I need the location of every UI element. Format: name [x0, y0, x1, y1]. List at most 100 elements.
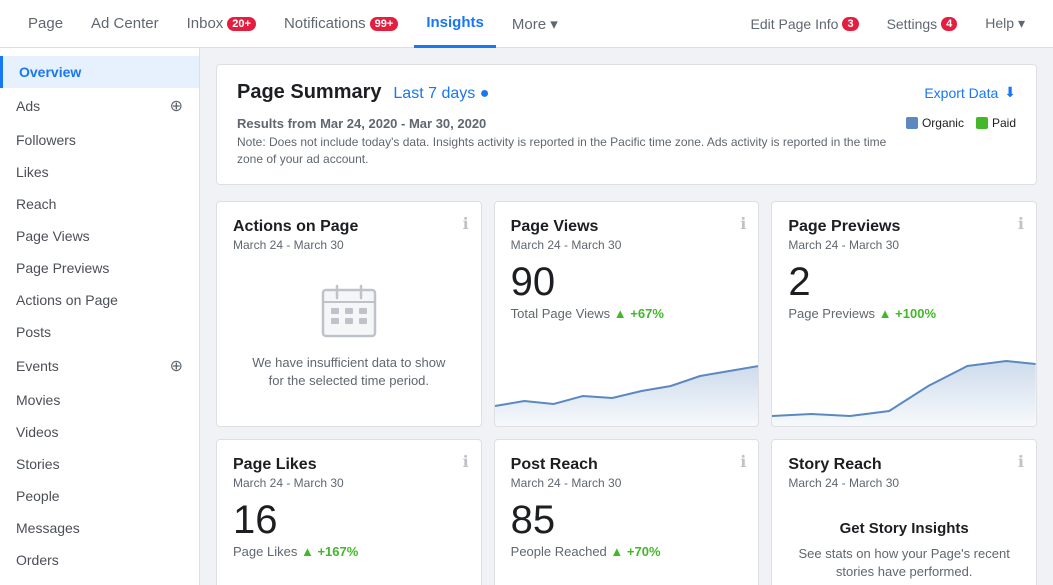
card-sub-page-previews: Page Previews ▲ +100% — [788, 306, 1020, 321]
card-title-actions: Actions on Page — [233, 218, 465, 236]
summary-period[interactable]: Last 7 days ● — [393, 85, 489, 102]
inbox-badge: 20+ — [227, 17, 256, 31]
card-title-story-reach: Story Reach — [788, 456, 1020, 474]
nav-left: Page Ad Center Inbox 20+ Notifications 9… — [16, 0, 570, 48]
sidebar-label-orders: Orders — [16, 552, 59, 568]
card-title-page-likes: Page Likes — [233, 456, 465, 474]
sidebar-item-likes[interactable]: Likes — [0, 156, 199, 188]
trend-post-reach: ▲ +70% — [610, 544, 660, 559]
sidebar-label-movies: Movies — [16, 392, 60, 408]
sidebar-item-events[interactable]: Events ⊕ — [0, 348, 199, 384]
sidebar-item-orders[interactable]: Orders — [0, 544, 199, 576]
legend-paid: Paid — [976, 116, 1016, 130]
sidebar-label-videos: Videos — [16, 424, 59, 440]
nav-more[interactable]: More ▾ — [500, 0, 570, 48]
sidebar-label-page-previews: Page Previews — [16, 260, 109, 276]
nav-notifications[interactable]: Notifications 99+ — [272, 0, 410, 48]
mini-chart-page-views — [495, 356, 759, 426]
card-sub-page-views: Total Page Views ▲ +67% — [511, 306, 743, 321]
info-icon-actions[interactable]: ℹ — [463, 214, 469, 234]
sidebar-label-people: People — [16, 488, 60, 504]
card-post-reach: ℹ Post Reach March 24 - March 30 85 Peop… — [494, 439, 760, 585]
card-number-page-views: 90 — [511, 262, 743, 302]
legend-organic: Organic — [906, 116, 964, 130]
card-number-post-reach: 85 — [511, 500, 743, 540]
sidebar-label-stories: Stories — [16, 456, 60, 472]
info-icon-page-previews[interactable]: ℹ — [1018, 214, 1024, 234]
sidebar: Overview Ads ⊕ Followers Likes Reach Pag… — [0, 48, 200, 585]
card-actions-on-page: ℹ Actions on Page March 24 - March 30 — [216, 201, 482, 427]
sidebar-label-events: Events — [16, 358, 59, 374]
summary-header: Page Summary Last 7 days ● Export Data ⬇… — [216, 64, 1037, 185]
nav-inbox[interactable]: Inbox 20+ — [175, 0, 268, 48]
sidebar-label-posts: Posts — [16, 324, 51, 340]
nav-edit-page-info[interactable]: Edit Page Info 3 — [738, 0, 870, 48]
period-indicator: ● — [480, 85, 490, 102]
card-page-previews: ℹ Page Previews March 24 - March 30 2 Pa… — [771, 201, 1037, 427]
cards-row-1: ℹ Actions on Page March 24 - March 30 — [216, 201, 1037, 427]
note-row: Results from Mar 24, 2020 - Mar 30, 2020… — [237, 116, 1016, 168]
sidebar-label-reach: Reach — [16, 196, 56, 212]
note-text-group: Results from Mar 24, 2020 - Mar 30, 2020… — [237, 116, 894, 168]
card-sub-post-reach: People Reached ▲ +70% — [511, 544, 743, 559]
sidebar-label-page-views: Page Views — [16, 228, 90, 244]
main-content: Page Summary Last 7 days ● Export Data ⬇… — [200, 48, 1053, 585]
trend-page-likes: ▲ +167% — [301, 544, 358, 559]
cards-row-2: ℹ Page Likes March 24 - March 30 16 Page… — [216, 439, 1037, 585]
sidebar-item-ads[interactable]: Ads ⊕ — [0, 88, 199, 124]
story-reach-content: Get Story Insights See stats on how your… — [788, 500, 1020, 585]
note-text: Note: Does not include today's data. Ins… — [237, 134, 894, 168]
card-title-post-reach: Post Reach — [511, 456, 743, 474]
card-date-actions: March 24 - March 30 — [233, 238, 465, 252]
card-number-page-likes: 16 — [233, 500, 465, 540]
card-number-page-previews: 2 — [788, 262, 1020, 302]
nav-insights[interactable]: Insights — [414, 0, 496, 48]
card-date-story-reach: March 24 - March 30 — [788, 476, 1020, 490]
legend: Organic Paid — [906, 116, 1016, 130]
organic-label: Organic — [922, 116, 964, 130]
date-range-label: Results from Mar 24, 2020 - Mar 30, 2020 — [237, 116, 894, 131]
sidebar-label-actions-on-page: Actions on Page — [16, 292, 118, 308]
info-icon-post-reach[interactable]: ℹ — [740, 452, 746, 472]
card-date-page-views: March 24 - March 30 — [511, 238, 743, 252]
trend-page-previews: ▲ +100% — [879, 306, 936, 321]
sidebar-item-videos[interactable]: Videos — [0, 416, 199, 448]
sidebar-item-messages[interactable]: Messages — [0, 512, 199, 544]
card-page-views: ℹ Page Views March 24 - March 30 90 Tota… — [494, 201, 760, 427]
export-data-button[interactable]: Export Data ⬇ — [924, 84, 1016, 101]
sidebar-item-people[interactable]: People — [0, 480, 199, 512]
sidebar-item-page-previews[interactable]: Page Previews — [0, 252, 199, 284]
notifications-badge: 99+ — [370, 17, 399, 31]
info-icon-story-reach[interactable]: ℹ — [1018, 452, 1024, 472]
card-date-page-likes: March 24 - March 30 — [233, 476, 465, 490]
main-layout: Overview Ads ⊕ Followers Likes Reach Pag… — [0, 48, 1053, 585]
sidebar-item-actions-on-page[interactable]: Actions on Page — [0, 284, 199, 316]
sidebar-item-stories[interactable]: Stories — [0, 448, 199, 480]
nav-adcenter[interactable]: Ad Center — [79, 0, 171, 48]
info-icon-page-views[interactable]: ℹ — [740, 214, 746, 234]
events-add-icon: ⊕ — [170, 356, 183, 376]
sidebar-item-followers[interactable]: Followers — [0, 124, 199, 156]
nav-page[interactable]: Page — [16, 0, 75, 48]
paid-dot — [976, 117, 988, 129]
sidebar-item-movies[interactable]: Movies — [0, 384, 199, 416]
sidebar-label-followers: Followers — [16, 132, 76, 148]
sidebar-item-overview[interactable]: Overview — [0, 56, 199, 88]
paid-label: Paid — [992, 116, 1016, 130]
no-data-actions: We have insufficient data to show for th… — [233, 262, 465, 410]
trend-page-views: ▲ +67% — [614, 306, 664, 321]
info-icon-page-likes[interactable]: ℹ — [463, 452, 469, 472]
nav-help[interactable]: Help ▾ — [973, 0, 1037, 48]
calendar-icon — [319, 282, 379, 342]
nav-settings[interactable]: Settings 4 — [875, 0, 970, 48]
no-data-text: We have insufficient data to show for th… — [243, 354, 455, 390]
summary-title-group: Page Summary Last 7 days ● — [237, 81, 489, 104]
nav-right: Edit Page Info 3 Settings 4 Help ▾ — [738, 0, 1037, 48]
top-nav: Page Ad Center Inbox 20+ Notifications 9… — [0, 0, 1053, 48]
sidebar-item-reach[interactable]: Reach — [0, 188, 199, 220]
download-icon: ⬇ — [1004, 84, 1016, 101]
sidebar-item-posts[interactable]: Posts — [0, 316, 199, 348]
sidebar-item-page-views[interactable]: Page Views — [0, 220, 199, 252]
story-insights-desc: See stats on how your Page's recent stor… — [798, 545, 1010, 581]
sidebar-label-messages: Messages — [16, 520, 80, 536]
